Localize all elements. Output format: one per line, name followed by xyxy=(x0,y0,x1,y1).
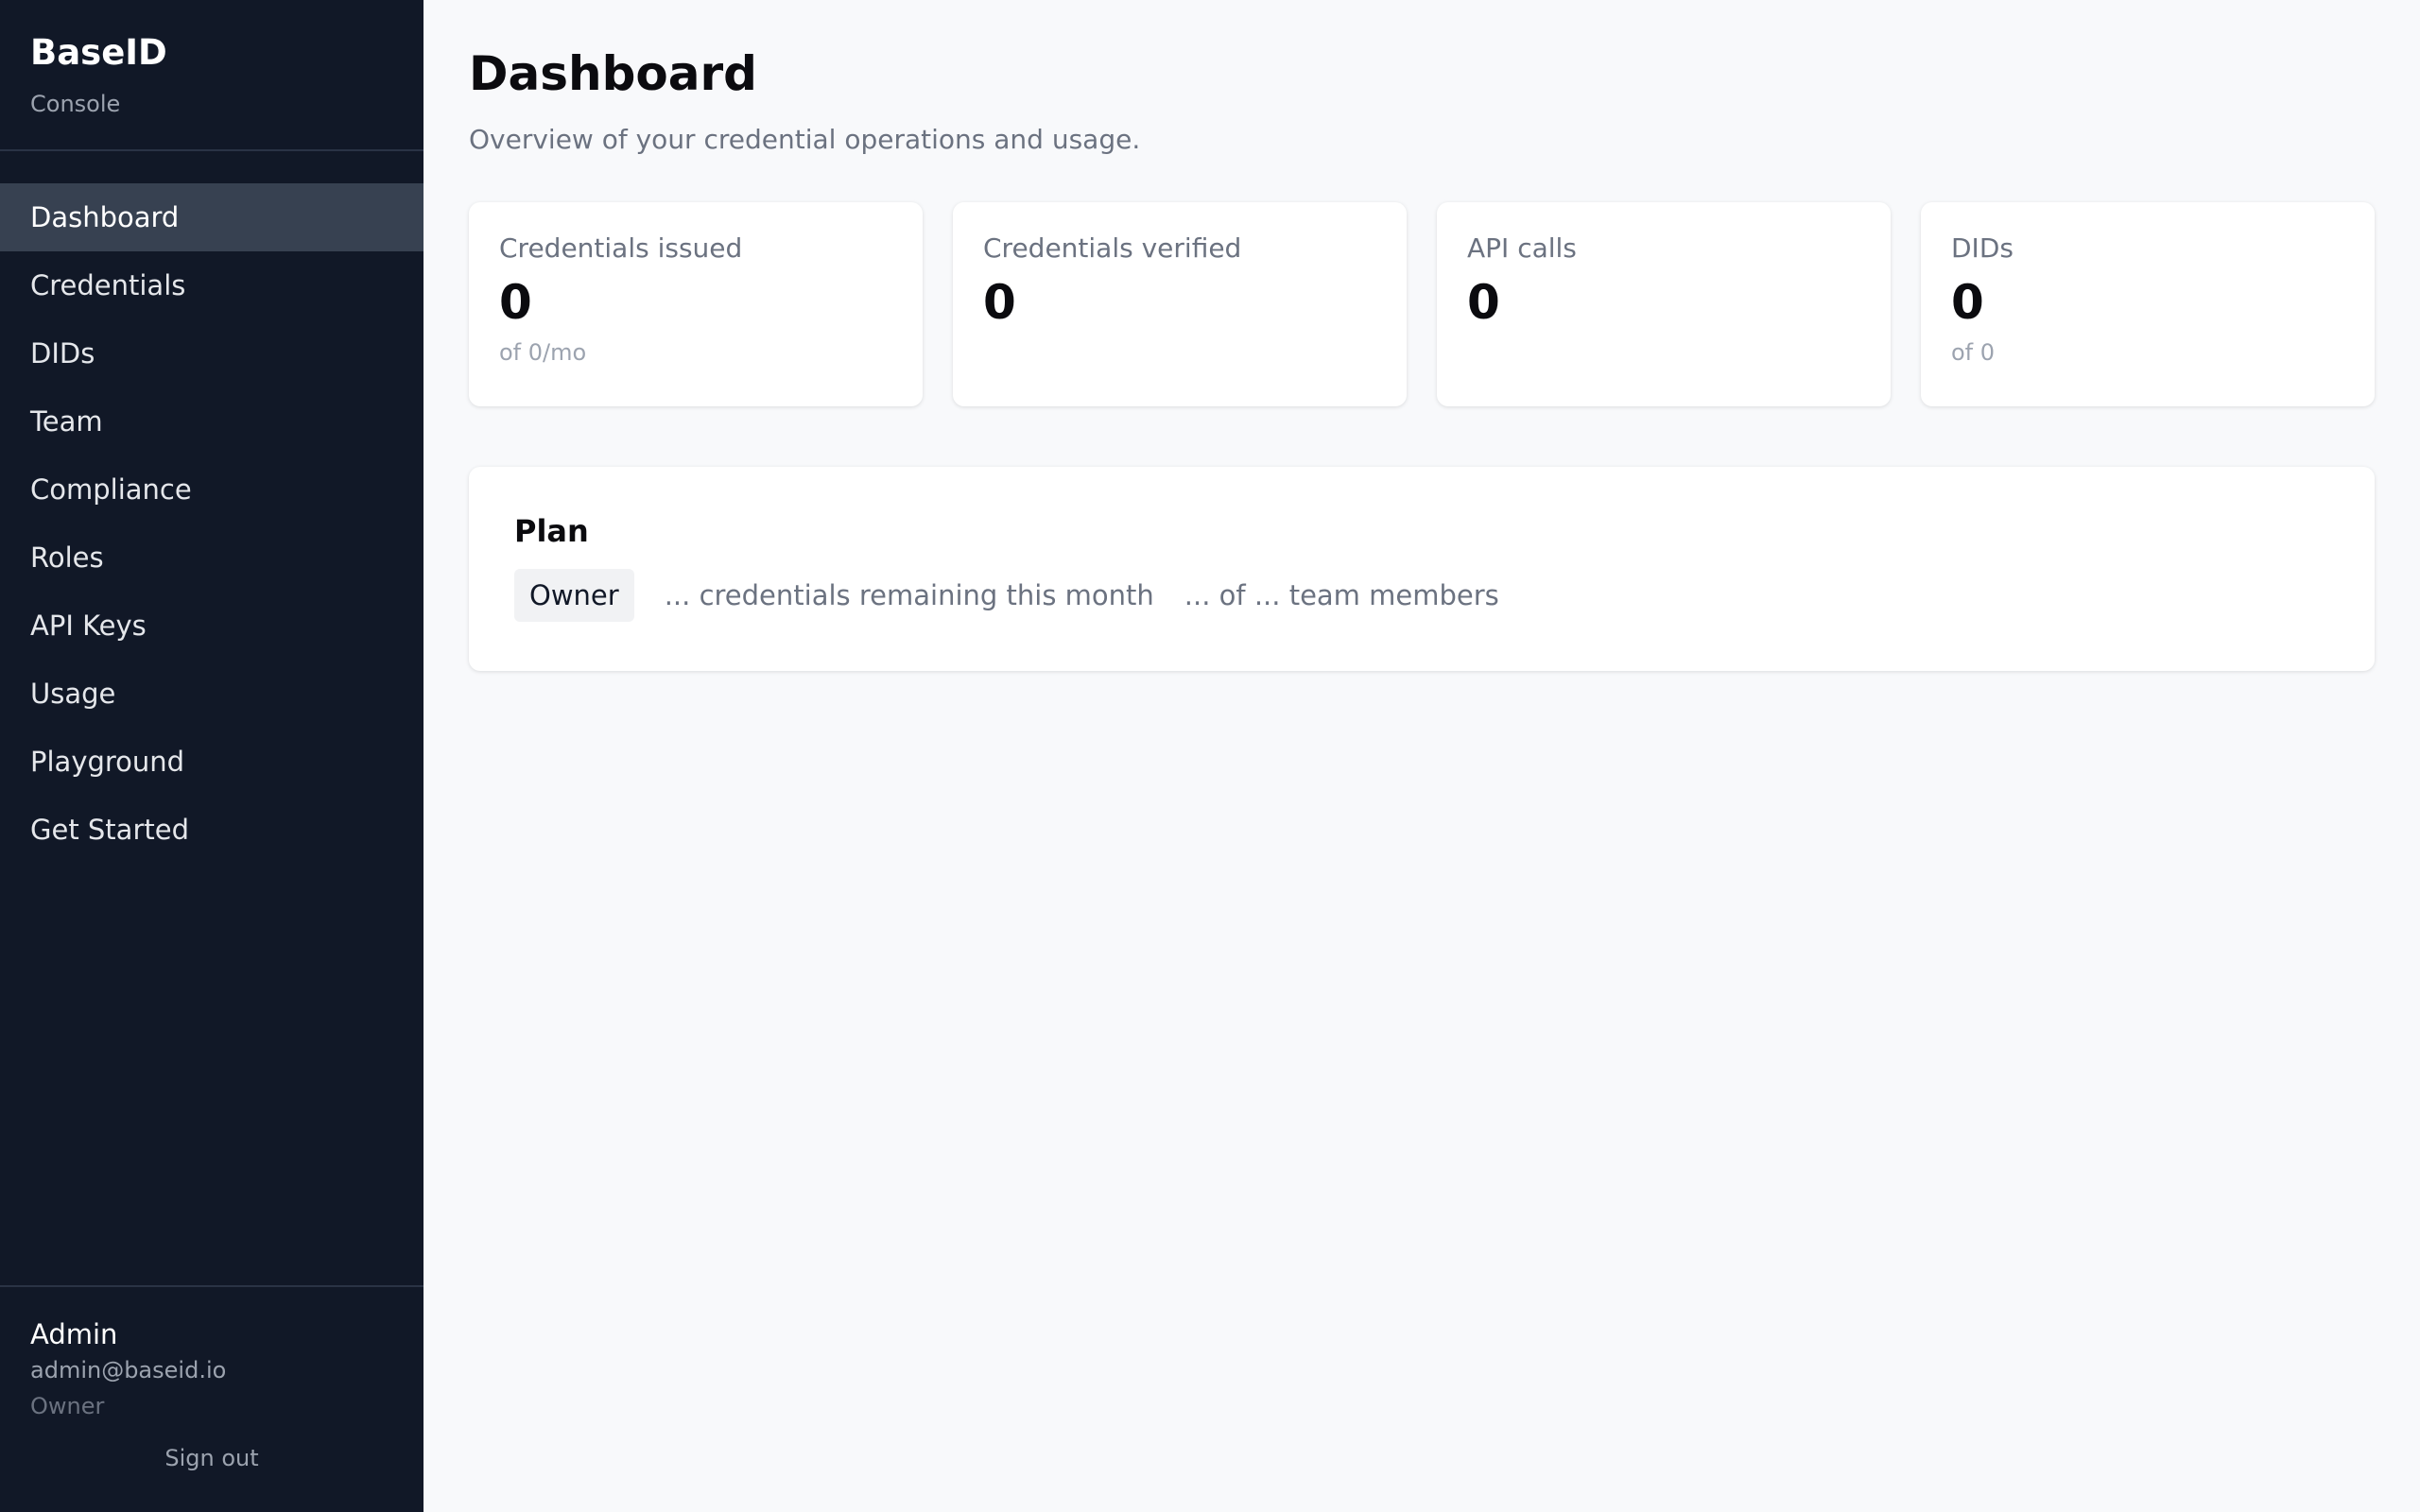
sidebar-item-playground[interactable]: Playground xyxy=(0,728,424,796)
main-content: Dashboard Overview of your credential op… xyxy=(424,0,2420,1512)
stat-label: Credentials verified xyxy=(983,232,1242,264)
stat-label: API calls xyxy=(1467,232,1577,264)
page-subtitle: Overview of your credential operations a… xyxy=(469,124,1141,155)
plan-card: Plan Owner ... credentials remaining thi… xyxy=(469,467,2375,671)
brand-name: BaseID xyxy=(30,32,167,73)
stat-sub: of 0/mo xyxy=(499,339,587,366)
sidebar-item-team[interactable]: Team xyxy=(0,387,424,455)
app-root: BaseID Console Dashboard Credentials DID… xyxy=(0,0,2420,1512)
stat-value: 0 xyxy=(499,275,532,330)
sidebar-nav: Dashboard Credentials DIDs Team Complian… xyxy=(0,151,424,1285)
stat-card-credentials-verified: Credentials verified 0 xyxy=(953,202,1407,406)
plan-role-badge: Owner xyxy=(514,569,634,622)
user-name: Admin xyxy=(30,1318,118,1350)
plan-title: Plan xyxy=(514,513,589,549)
stat-label: DIDs xyxy=(1951,232,2014,264)
plan-details: Owner ... credentials remaining this mon… xyxy=(514,569,2329,622)
sidebar: BaseID Console Dashboard Credentials DID… xyxy=(0,0,424,1512)
stat-card-api-calls: API calls 0 xyxy=(1437,202,1891,406)
credentials-remaining-text: ... credentials remaining this month xyxy=(664,579,1154,611)
stat-sub: of 0 xyxy=(1951,339,1996,366)
sign-out-button[interactable]: Sign out xyxy=(30,1444,393,1472)
user-role: Owner xyxy=(30,1393,105,1419)
stat-value: 0 xyxy=(1951,275,1984,330)
stats-row: Credentials issued 0 of 0/mo Credentials… xyxy=(469,202,2375,406)
stat-label: Credentials issued xyxy=(499,232,743,264)
sidebar-item-dids[interactable]: DIDs xyxy=(0,319,424,387)
sidebar-item-api-keys[interactable]: API Keys xyxy=(0,592,424,660)
sidebar-item-usage[interactable]: Usage xyxy=(0,660,424,728)
sidebar-item-roles[interactable]: Roles xyxy=(0,524,424,592)
sidebar-item-credentials[interactable]: Credentials xyxy=(0,251,424,319)
user-panel: Admin admin@baseid.io Owner Sign out xyxy=(0,1285,424,1512)
stat-value: 0 xyxy=(983,275,1016,330)
page-title: Dashboard xyxy=(469,46,757,101)
stat-value: 0 xyxy=(1467,275,1500,330)
team-members-text: ... of ... team members xyxy=(1184,579,1499,611)
sidebar-item-get-started[interactable]: Get Started xyxy=(0,796,424,864)
sidebar-item-compliance[interactable]: Compliance xyxy=(0,455,424,524)
brand: BaseID Console xyxy=(0,0,424,151)
user-email: admin@baseid.io xyxy=(30,1357,227,1383)
sidebar-item-dashboard[interactable]: Dashboard xyxy=(0,183,424,251)
stat-card-dids: DIDs 0 of 0 xyxy=(1921,202,2375,406)
brand-subtitle: Console xyxy=(30,91,121,117)
stat-card-credentials-issued: Credentials issued 0 of 0/mo xyxy=(469,202,923,406)
